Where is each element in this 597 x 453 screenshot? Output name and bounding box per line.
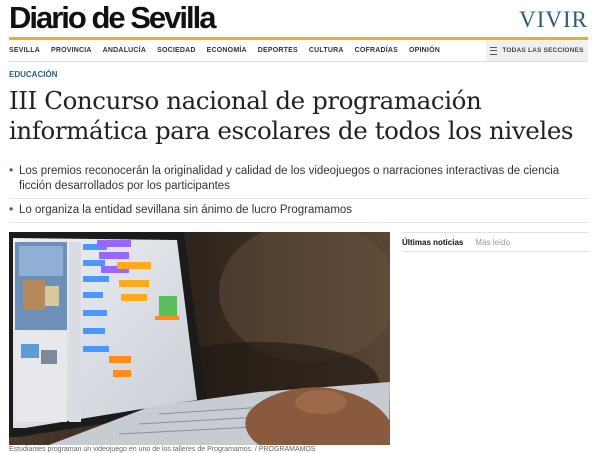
- nav-item-cultura[interactable]: Cultura: [309, 47, 344, 54]
- site-logo[interactable]: Diario de Sevilla: [9, 1, 216, 35]
- section-title[interactable]: VIVIR: [519, 7, 588, 33]
- masthead: Diario de Sevilla VIVIR: [0, 0, 597, 38]
- article-summary: Los premios reconocerán la originalidad …: [9, 163, 588, 226]
- menu-icon: [490, 46, 498, 55]
- nav-item-economia[interactable]: Economía: [207, 47, 247, 54]
- all-sections-button[interactable]: TODAS LAS SECCIONES: [486, 40, 588, 61]
- article-headline: III Concurso nacional de programación in…: [9, 86, 574, 145]
- nav-item-sevilla[interactable]: Sevilla: [9, 47, 40, 54]
- summary-bullet: Lo organiza la entidad sevillana sin áni…: [9, 202, 588, 223]
- article-kicker[interactable]: EDUCACIÓN: [9, 70, 57, 79]
- nav-items: Sevilla Provincia Andalucía Sociedad Eco…: [9, 40, 451, 61]
- tab-latest-news[interactable]: Últimas noticias: [402, 238, 463, 247]
- summary-bullet: Los premios reconocerán la originalidad …: [9, 163, 588, 199]
- nav-item-opinion[interactable]: Opinión: [409, 47, 440, 54]
- nav-item-cofradias[interactable]: Cofradías: [355, 47, 398, 54]
- photo-caption: Estudiantes programan un videojuego en u…: [9, 446, 316, 453]
- nav-item-andalucia[interactable]: Andalucía: [103, 47, 146, 54]
- nav-item-deportes[interactable]: Deportes: [258, 47, 298, 54]
- laptop-photo-illustration: [9, 232, 390, 445]
- sidebar-tabs: Últimas noticias Más leído: [402, 232, 588, 252]
- nav-item-provincia[interactable]: Provincia: [51, 47, 92, 54]
- tab-most-read[interactable]: Más leído: [475, 238, 510, 247]
- nav-item-sociedad[interactable]: Sociedad: [157, 47, 196, 54]
- article-photo[interactable]: [9, 232, 390, 445]
- all-sections-label: TODAS LAS SECCIONES: [502, 47, 584, 54]
- main-nav: Sevilla Provincia Andalucía Sociedad Eco…: [9, 37, 588, 62]
